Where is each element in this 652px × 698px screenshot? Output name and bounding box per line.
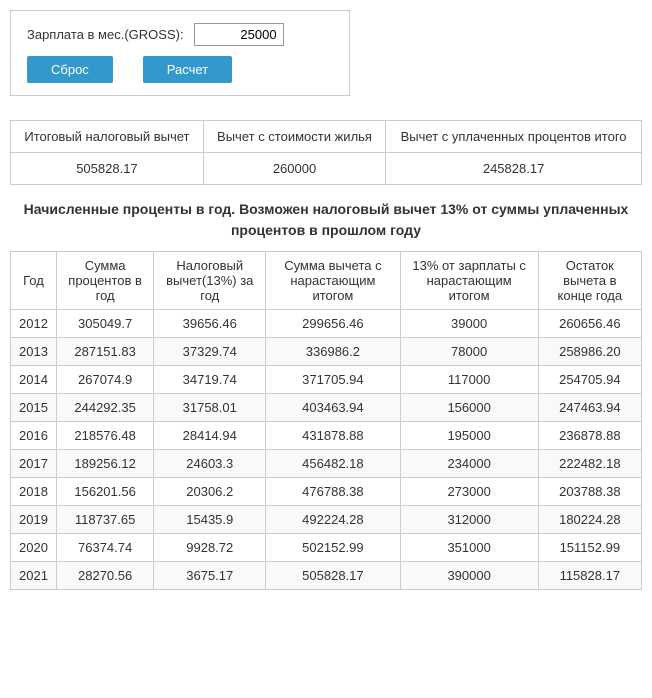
table-cell: 336986.2: [266, 338, 400, 366]
main-table-header: Налоговый вычет(13%) за год: [154, 252, 266, 310]
table-cell: 34719.74: [154, 366, 266, 394]
table-cell: 15435.9: [154, 506, 266, 534]
main-table-header: Год: [11, 252, 57, 310]
table-cell: 117000: [400, 366, 538, 394]
table-row: 202128270.563675.17505828.17390000115828…: [11, 562, 642, 590]
salary-row: Зарплата в мес.(GROSS):: [27, 23, 333, 46]
calc-button[interactable]: Расчет: [143, 56, 232, 83]
table-cell: 156000: [400, 394, 538, 422]
table-row: 2017189256.1224603.3456482.1823400022248…: [11, 450, 642, 478]
table-cell: 2013: [11, 338, 57, 366]
table-cell: 351000: [400, 534, 538, 562]
summary-table: Итоговый налоговый вычет Вычет с стоимос…: [10, 120, 642, 185]
table-cell: 2019: [11, 506, 57, 534]
table-cell: 299656.46: [266, 310, 400, 338]
table-cell: 118737.65: [56, 506, 153, 534]
summary-col3-header: Вычет с уплаченных процентов итого: [386, 121, 642, 153]
table-cell: 195000: [400, 422, 538, 450]
form-section: Зарплата в мес.(GROSS): Сброс Расчет: [10, 10, 350, 96]
table-cell: 2016: [11, 422, 57, 450]
table-cell: 403463.94: [266, 394, 400, 422]
table-cell: 28270.56: [56, 562, 153, 590]
summary-col2-value: 260000: [203, 153, 385, 185]
notice-text: Начисленные проценты в год. Возможен нал…: [10, 199, 642, 241]
table-cell: 431878.88: [266, 422, 400, 450]
salary-input[interactable]: [194, 23, 284, 46]
table-cell: 254705.94: [538, 366, 641, 394]
table-cell: 260656.46: [538, 310, 641, 338]
table-cell: 2012: [11, 310, 57, 338]
table-cell: 273000: [400, 478, 538, 506]
table-cell: 78000: [400, 338, 538, 366]
table-cell: 39000: [400, 310, 538, 338]
table-cell: 76374.74: [56, 534, 153, 562]
summary-col1-value: 505828.17: [11, 153, 204, 185]
table-cell: 28414.94: [154, 422, 266, 450]
summary-col1-header: Итоговый налоговый вычет: [11, 121, 204, 153]
table-cell: 390000: [400, 562, 538, 590]
table-cell: 2018: [11, 478, 57, 506]
table-cell: 505828.17: [266, 562, 400, 590]
button-row: Сброс Расчет: [27, 56, 333, 83]
table-cell: 39656.46: [154, 310, 266, 338]
table-cell: 2017: [11, 450, 57, 478]
table-cell: 115828.17: [538, 562, 641, 590]
table-cell: 244292.35: [56, 394, 153, 422]
table-row: 2016218576.4828414.94431878.881950002368…: [11, 422, 642, 450]
summary-col2-header: Вычет с стоимости жилья: [203, 121, 385, 153]
table-cell: 2021: [11, 562, 57, 590]
table-cell: 258986.20: [538, 338, 641, 366]
table-cell: 222482.18: [538, 450, 641, 478]
table-cell: 24603.3: [154, 450, 266, 478]
table-cell: 203788.38: [538, 478, 641, 506]
table-row: 2019118737.6515435.9492224.2831200018022…: [11, 506, 642, 534]
table-cell: 2015: [11, 394, 57, 422]
table-cell: 305049.7: [56, 310, 153, 338]
main-table: ГодСумма процентов в годНалоговый вычет(…: [10, 251, 642, 590]
table-cell: 456482.18: [266, 450, 400, 478]
reset-button[interactable]: Сброс: [27, 56, 113, 83]
table-cell: 189256.12: [56, 450, 153, 478]
table-cell: 180224.28: [538, 506, 641, 534]
table-row: 202076374.749928.72502152.99351000151152…: [11, 534, 642, 562]
main-table-header: Остаток вычета в конце года: [538, 252, 641, 310]
table-cell: 156201.56: [56, 478, 153, 506]
table-cell: 37329.74: [154, 338, 266, 366]
table-cell: 267074.9: [56, 366, 153, 394]
main-table-header: Сумма процентов в год: [56, 252, 153, 310]
table-cell: 31758.01: [154, 394, 266, 422]
main-table-header: 13% от зарплаты с нарастающим итогом: [400, 252, 538, 310]
table-cell: 312000: [400, 506, 538, 534]
table-cell: 3675.17: [154, 562, 266, 590]
table-cell: 151152.99: [538, 534, 641, 562]
table-row: 2015244292.3531758.01403463.941560002474…: [11, 394, 642, 422]
table-cell: 371705.94: [266, 366, 400, 394]
table-cell: 492224.28: [266, 506, 400, 534]
main-table-header: Сумма вычета с нарастающим итогом: [266, 252, 400, 310]
table-cell: 234000: [400, 450, 538, 478]
table-cell: 20306.2: [154, 478, 266, 506]
table-cell: 247463.94: [538, 394, 641, 422]
table-cell: 2014: [11, 366, 57, 394]
table-row: 2014267074.934719.74371705.9411700025470…: [11, 366, 642, 394]
salary-label: Зарплата в мес.(GROSS):: [27, 27, 184, 42]
table-row: 2013287151.8337329.74336986.278000258986…: [11, 338, 642, 366]
table-cell: 9928.72: [154, 534, 266, 562]
table-cell: 2020: [11, 534, 57, 562]
summary-col3-value: 245828.17: [386, 153, 642, 185]
table-cell: 502152.99: [266, 534, 400, 562]
table-cell: 236878.88: [538, 422, 641, 450]
table-row: 2012305049.739656.46299656.4639000260656…: [11, 310, 642, 338]
table-cell: 476788.38: [266, 478, 400, 506]
table-row: 2018156201.5620306.2476788.3827300020378…: [11, 478, 642, 506]
table-cell: 218576.48: [56, 422, 153, 450]
table-cell: 287151.83: [56, 338, 153, 366]
